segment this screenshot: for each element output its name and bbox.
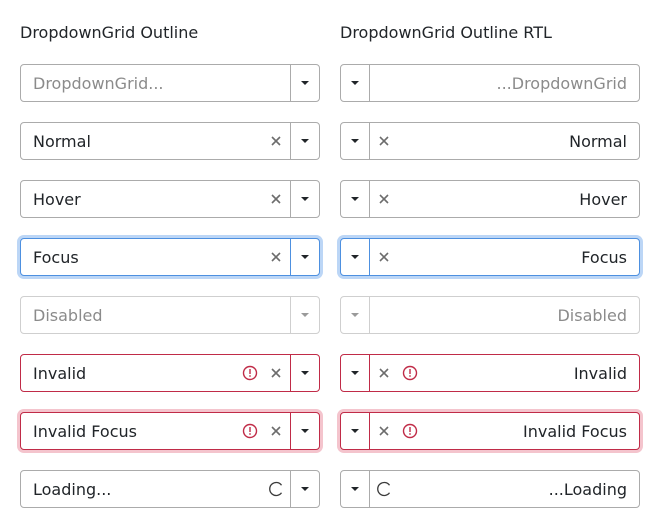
dropdown-text: Invalid Focus bbox=[523, 421, 627, 441]
dropdown-rtl-hover[interactable]: Hover bbox=[340, 180, 640, 218]
alert-icon bbox=[240, 413, 260, 449]
dropdown-arrow-button[interactable] bbox=[290, 181, 319, 217]
dropdown-arrow-button[interactable] bbox=[341, 355, 370, 391]
dropdown-text: Invalid bbox=[573, 363, 627, 383]
chevron-down-icon bbox=[351, 313, 359, 317]
dropdown-arrow-button[interactable] bbox=[290, 123, 319, 159]
clear-button[interactable] bbox=[370, 413, 398, 449]
close-icon bbox=[271, 194, 281, 204]
dropdown-arrow-button[interactable] bbox=[341, 471, 370, 507]
chevron-down-icon bbox=[351, 81, 359, 85]
dropdown-rtl-placeholder[interactable]: ...DropdownGrid bbox=[340, 64, 640, 102]
dropdown-text: Normal bbox=[33, 131, 91, 151]
dropdown-arrow-button[interactable] bbox=[290, 65, 319, 101]
close-icon bbox=[271, 426, 281, 436]
dropdown-text: Focus bbox=[33, 247, 79, 267]
chevron-down-icon bbox=[351, 371, 359, 375]
chevron-down-icon bbox=[351, 255, 359, 259]
clear-button[interactable] bbox=[262, 181, 290, 217]
close-icon bbox=[379, 252, 389, 262]
dropdown-text: Focus bbox=[581, 247, 627, 267]
chevron-down-icon bbox=[351, 139, 359, 143]
chevron-down-icon bbox=[301, 371, 309, 375]
close-icon bbox=[379, 426, 389, 436]
dropdown-arrow-button bbox=[341, 297, 370, 333]
chevron-down-icon bbox=[351, 487, 359, 491]
dropdown-arrow-button[interactable] bbox=[341, 181, 370, 217]
close-icon bbox=[271, 368, 281, 378]
alert-icon bbox=[400, 355, 420, 391]
dropdown-focus[interactable]: Focus bbox=[20, 238, 320, 276]
dropdown-arrow-button[interactable] bbox=[341, 239, 370, 275]
dropdown-arrow-button[interactable] bbox=[341, 413, 370, 449]
dropdown-text: Hover bbox=[579, 189, 627, 209]
clear-button[interactable] bbox=[370, 123, 398, 159]
clear-button[interactable] bbox=[370, 239, 398, 275]
chevron-down-icon bbox=[301, 255, 309, 259]
dropdown-text: Normal bbox=[569, 131, 627, 151]
chevron-down-icon bbox=[301, 81, 309, 85]
close-icon bbox=[379, 194, 389, 204]
dropdown-rtl-focus[interactable]: Focus bbox=[340, 238, 640, 276]
dropdown-text: Hover bbox=[33, 189, 81, 209]
clear-button[interactable] bbox=[262, 239, 290, 275]
dropdown-arrow-button[interactable] bbox=[290, 355, 319, 391]
alert-icon bbox=[400, 413, 420, 449]
clear-button[interactable] bbox=[262, 355, 290, 391]
dropdown-text: Disabled bbox=[33, 305, 103, 325]
clear-button[interactable] bbox=[262, 123, 290, 159]
dropdown-arrow-button[interactable] bbox=[341, 123, 370, 159]
dropdown-invalid-focus[interactable]: Invalid Focus bbox=[20, 412, 320, 450]
chevron-down-icon bbox=[301, 313, 309, 317]
close-icon bbox=[271, 252, 281, 262]
dropdown-arrow-button bbox=[290, 297, 319, 333]
dropdown-loading[interactable]: Loading... bbox=[20, 470, 320, 508]
spinner-icon bbox=[262, 471, 290, 507]
dropdown-disabled: Disabled bbox=[20, 296, 320, 334]
dropdown-rtl-normal[interactable]: Normal bbox=[340, 122, 640, 160]
dropdown-rtl-invalid[interactable]: Invalid bbox=[340, 354, 640, 392]
chevron-down-icon bbox=[301, 429, 309, 433]
dropdown-hover[interactable]: Hover bbox=[20, 180, 320, 218]
dropdown-text: Disabled bbox=[557, 305, 627, 325]
dropdown-text: Invalid bbox=[33, 363, 87, 383]
dropdown-text: Invalid Focus bbox=[33, 421, 137, 441]
dropdown-rtl-loading[interactable]: ...Loading bbox=[340, 470, 640, 508]
dropdown-arrow-button[interactable] bbox=[290, 471, 319, 507]
dropdown-arrow-button[interactable] bbox=[290, 239, 319, 275]
clear-button[interactable] bbox=[262, 413, 290, 449]
chevron-down-icon bbox=[351, 197, 359, 201]
dropdown-invalid[interactable]: Invalid bbox=[20, 354, 320, 392]
column-heading-ltr: DropdownGrid Outline bbox=[20, 23, 199, 42]
dropdown-normal[interactable]: Normal bbox=[20, 122, 320, 160]
dropdown-text: Loading... bbox=[33, 479, 112, 499]
chevron-down-icon bbox=[351, 429, 359, 433]
dropdown-rtl-disabled: Disabled bbox=[340, 296, 640, 334]
spinner-icon bbox=[370, 471, 398, 507]
dropdown-rtl-invalid-focus[interactable]: Invalid Focus bbox=[340, 412, 640, 450]
dropdown-placeholder[interactable]: DropdownGrid... bbox=[20, 64, 320, 102]
close-icon bbox=[379, 136, 389, 146]
dropdown-text: ...DropdownGrid bbox=[496, 73, 628, 93]
dropdown-arrow-button[interactable] bbox=[290, 413, 319, 449]
chevron-down-icon bbox=[301, 197, 309, 201]
clear-button[interactable] bbox=[370, 181, 398, 217]
dropdown-text: ...Loading bbox=[548, 479, 627, 499]
close-icon bbox=[379, 368, 389, 378]
close-icon bbox=[271, 136, 281, 146]
chevron-down-icon bbox=[301, 139, 309, 143]
chevron-down-icon bbox=[301, 487, 309, 491]
dropdown-text: DropdownGrid... bbox=[33, 73, 164, 93]
clear-button[interactable] bbox=[370, 355, 398, 391]
alert-icon bbox=[240, 355, 260, 391]
column-heading-rtl: DropdownGrid Outline RTL bbox=[340, 23, 552, 42]
dropdown-arrow-button[interactable] bbox=[341, 65, 370, 101]
